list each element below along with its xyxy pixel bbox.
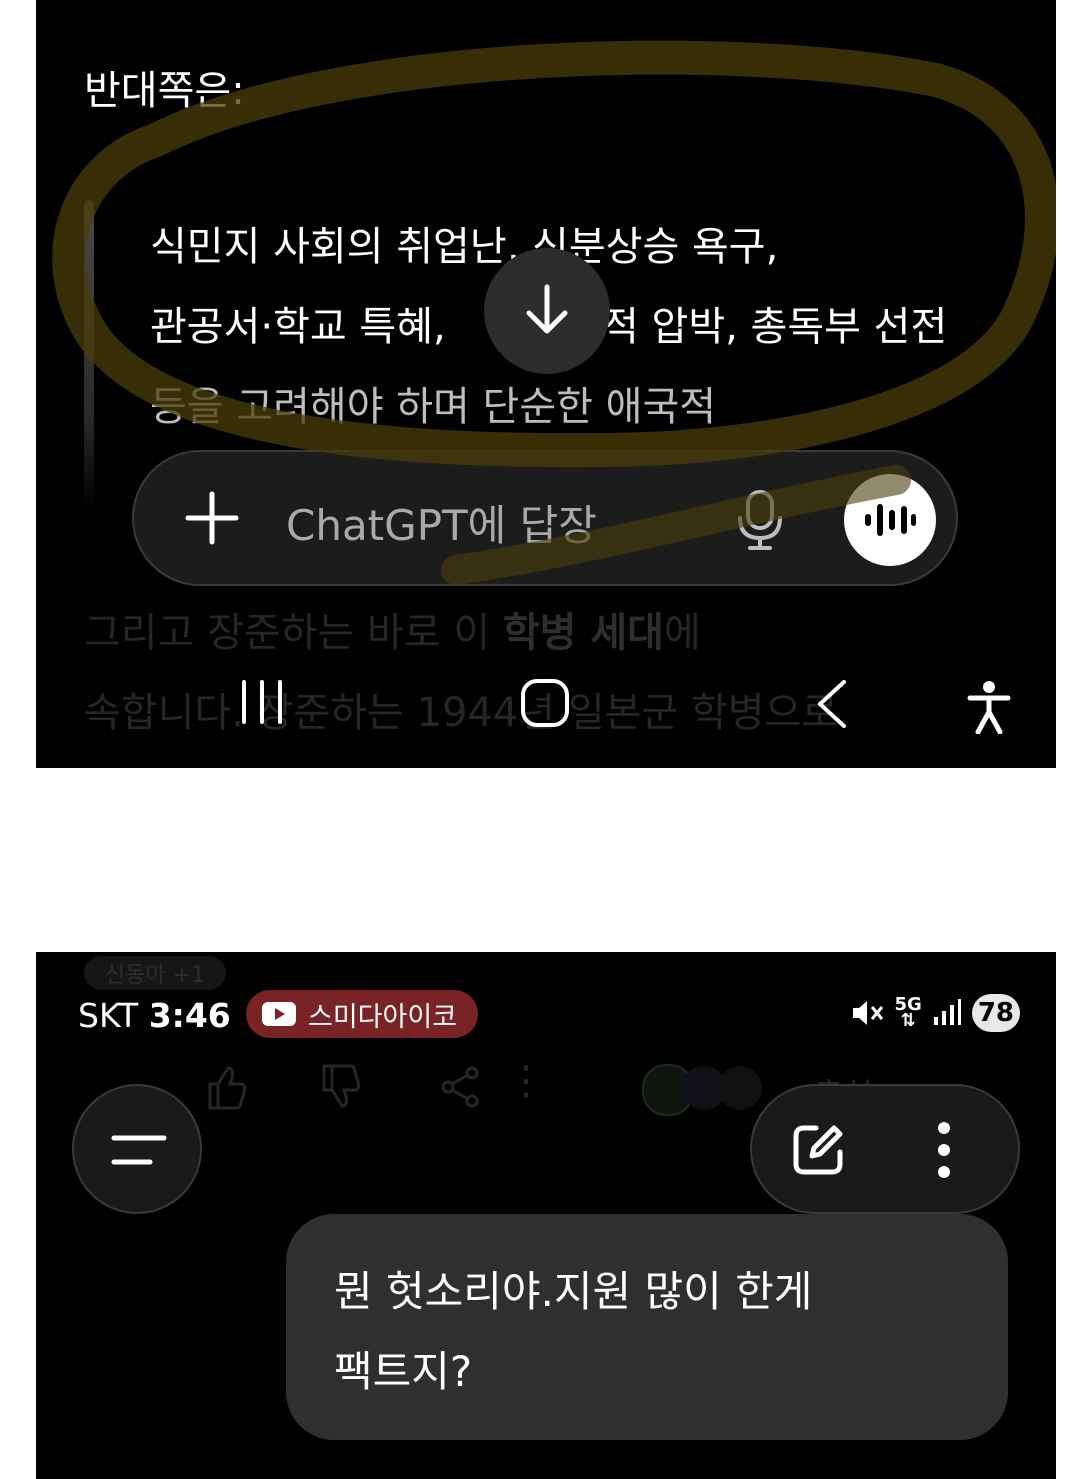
status-bar: SKT 3:46 스미다아이코 5G ⇅ 78 [36, 990, 1056, 1042]
top-action-group [750, 1084, 1020, 1214]
carrier-label: SKT [78, 996, 139, 1035]
highlight-scribble [52, 40, 1056, 585]
background-pill: 신동아 +1 [84, 956, 226, 990]
thumbs-up-icon [208, 1066, 247, 1110]
network-type: 5G ⇅ [894, 994, 922, 1031]
carrier-time: SKT 3:46 [78, 996, 231, 1035]
more-vert-icon[interactable] [932, 1120, 956, 1180]
battery-level: 78 [971, 994, 1020, 1032]
screenshot-bottom: 신동아 +1 SKT 3:46 스미다아이코 5G ⇅ 78 ⋮ 뭔 헛소리야.… [36, 952, 1056, 1479]
mute-icon [852, 1001, 883, 1025]
screenshot-top: 반대쪽은: 식민지 사회의 취업난, 신분상승 욕구, 관공서·학교 특혜, 적… [36, 0, 1056, 768]
message-line: 팩트지? [334, 1347, 473, 1396]
menu-button[interactable] [72, 1084, 202, 1214]
clock: 3:46 [148, 996, 231, 1035]
thumbs-down-icon [322, 1064, 361, 1108]
signal-icon [933, 999, 961, 1025]
notification-badge[interactable]: 스미다아이코 [246, 990, 478, 1038]
edit-icon[interactable] [790, 1122, 846, 1178]
source-avatar [718, 1066, 762, 1110]
menu-icon [111, 1135, 167, 1165]
ghost-more-icon: ⋮ [506, 1058, 546, 1104]
user-message-bubble: 뭔 헛소리야.지원 많이 한게 팩트지? [286, 1214, 1008, 1440]
notification-label: 스미다아이코 [308, 1001, 458, 1033]
youtube-icon [262, 1002, 296, 1026]
message-line: 뭔 헛소리야.지원 많이 한게 [334, 1267, 813, 1316]
share-icon [441, 1066, 479, 1108]
status-icons: 5G ⇅ 78 [851, 994, 1020, 1032]
